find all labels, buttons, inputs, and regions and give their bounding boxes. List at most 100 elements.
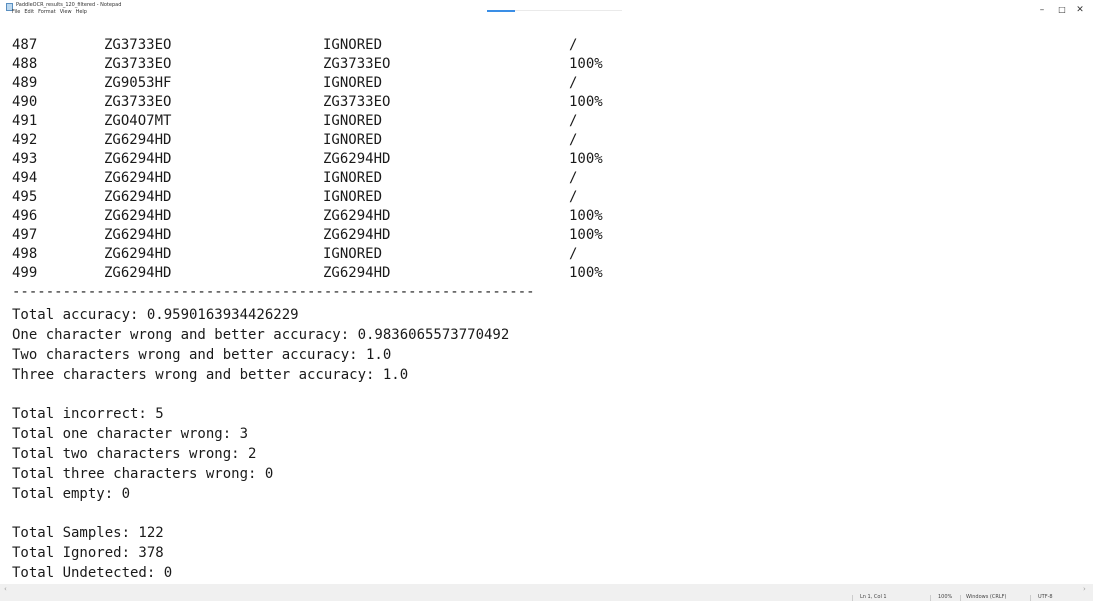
row-prediction: ZG3733EO (323, 94, 391, 110)
encoding: UTF-8 (1038, 594, 1053, 600)
result-row: 497 ZG6294HD ZG6294HD 100% (12, 226, 603, 245)
menu-format[interactable]: Format (38, 8, 56, 16)
row-score: / (569, 132, 578, 148)
result-row: 489 ZG9053HF IGNORED / (12, 74, 577, 93)
row-score: 100% (569, 56, 603, 72)
row-index: 495 (12, 189, 38, 205)
total-samples: Total Samples: 122 (12, 525, 164, 541)
result-row: 499 ZG6294HD ZG6294HD 100% (12, 264, 603, 283)
row-index: 488 (12, 56, 38, 72)
notepad-window: PaddleOCR_results_120_filtered - Notepad… (0, 0, 1093, 601)
row-score: / (569, 75, 578, 91)
row-prediction: ZG6294HD (323, 265, 391, 281)
zoom-level: 100% (938, 594, 953, 600)
separator-line: ----------------------------------------… (12, 284, 535, 300)
row-label: ZG3733EO (104, 94, 172, 110)
text-editor[interactable]: 487 ZG3733EO IGNORED / 488 ZG3733EO ZG37… (0, 36, 1093, 584)
row-label: ZG6294HD (104, 170, 172, 186)
menu-help[interactable]: Help (76, 8, 87, 16)
row-prediction: ZG6294HD (323, 208, 391, 224)
row-prediction: IGNORED (323, 246, 383, 262)
total-empty: Total empty: 0 (12, 486, 131, 502)
menu-edit[interactable]: Edit (24, 8, 34, 16)
row-label: ZG6294HD (104, 208, 172, 224)
row-prediction: IGNORED (323, 75, 383, 91)
result-row: 493 ZG6294HD ZG6294HD 100% (12, 150, 603, 169)
row-index: 490 (12, 94, 38, 110)
row-score: / (569, 113, 578, 129)
row-score: / (569, 170, 578, 186)
result-row: 488 ZG3733EO ZG3733EO 100% (12, 55, 603, 74)
status-divider (852, 595, 853, 601)
row-score: / (569, 189, 578, 205)
status-divider (960, 595, 961, 601)
total-undetected: Total Undetected: 0 (12, 565, 173, 581)
row-prediction: IGNORED (323, 113, 383, 129)
row-index: 498 (12, 246, 38, 262)
row-label: ZG6294HD (104, 151, 172, 167)
total-incorrect: Total incorrect: 5 (12, 406, 164, 422)
row-prediction: IGNORED (323, 132, 383, 148)
close-button[interactable]: ✕ (1069, 3, 1091, 17)
total-two-wrong: Total two characters wrong: 2 (12, 446, 257, 462)
scroll-right-arrow-icon[interactable]: › (1083, 584, 1086, 594)
menu-view[interactable]: View (60, 8, 72, 16)
row-index: 497 (12, 227, 38, 243)
row-prediction: ZG3733EO (323, 56, 391, 72)
menu-bar: File Edit Format View Help (12, 8, 87, 16)
row-score: 100% (569, 208, 603, 224)
row-index: 492 (12, 132, 38, 148)
total-three-wrong: Total three characters wrong: 0 (12, 466, 274, 482)
row-label: ZG6294HD (104, 132, 172, 148)
result-row: 495 ZG6294HD IGNORED / (12, 188, 577, 207)
total-ignored: Total Ignored: 378 (12, 545, 164, 561)
row-index: 496 (12, 208, 38, 224)
minimize-button[interactable]: – (1031, 3, 1053, 17)
scroll-left-arrow-icon[interactable]: ‹ (4, 584, 7, 594)
total-one-wrong: Total one character wrong: 3 (12, 426, 249, 442)
title-accent-line (515, 10, 622, 11)
result-row: 491 ZGO4O7MT IGNORED / (12, 112, 577, 131)
line-ending: Windows (CRLF) (966, 594, 1007, 600)
row-label: ZG6294HD (104, 227, 172, 243)
row-prediction: ZG6294HD (323, 227, 391, 243)
result-row: 496 ZG6294HD ZG6294HD 100% (12, 207, 603, 226)
status-bar: Ln 1, Col 1 100% Windows (CRLF) UTF-8 (0, 594, 1093, 601)
result-row: 498 ZG6294HD IGNORED / (12, 245, 577, 264)
title-bar[interactable]: PaddleOCR_results_120_filtered - Notepad… (0, 0, 1093, 22)
result-row: 490 ZG3733EO ZG3733EO 100% (12, 93, 603, 112)
row-index: 494 (12, 170, 38, 186)
row-score: 100% (569, 94, 603, 110)
result-row: 492 ZG6294HD IGNORED / (12, 131, 577, 150)
row-prediction: IGNORED (323, 37, 383, 53)
two-char-accuracy: Two characters wrong and better accuracy… (12, 347, 392, 363)
row-index: 487 (12, 37, 38, 53)
result-row: 487 ZG3733EO IGNORED / (12, 36, 577, 55)
menu-file[interactable]: File (12, 8, 20, 16)
row-index: 493 (12, 151, 38, 167)
status-divider (930, 595, 931, 601)
title-accent-bar (487, 10, 515, 12)
row-score: 100% (569, 265, 603, 281)
row-prediction: ZG6294HD (323, 151, 391, 167)
row-label: ZG6294HD (104, 265, 172, 281)
one-char-accuracy: One character wrong and better accuracy:… (12, 327, 510, 343)
row-label: ZG3733EO (104, 56, 172, 72)
row-score: / (569, 246, 578, 262)
row-label: ZG6294HD (104, 246, 172, 262)
row-score: 100% (569, 227, 603, 243)
result-row: 494 ZG6294HD IGNORED / (12, 169, 577, 188)
status-divider (1030, 595, 1031, 601)
cursor-position: Ln 1, Col 1 (860, 594, 887, 600)
row-prediction: IGNORED (323, 170, 383, 186)
row-index: 491 (12, 113, 38, 129)
row-label: ZGO4O7MT (104, 113, 172, 129)
row-index: 489 (12, 75, 38, 91)
horizontal-scrollbar[interactable]: ‹ › (0, 584, 1093, 594)
total-accuracy: Total accuracy: 0.9590163934426229 (12, 307, 299, 323)
three-char-accuracy: Three characters wrong and better accura… (12, 367, 409, 383)
row-label: ZG3733EO (104, 37, 172, 53)
row-index: 499 (12, 265, 38, 281)
row-prediction: IGNORED (323, 189, 383, 205)
row-label: ZG9053HF (104, 75, 172, 91)
